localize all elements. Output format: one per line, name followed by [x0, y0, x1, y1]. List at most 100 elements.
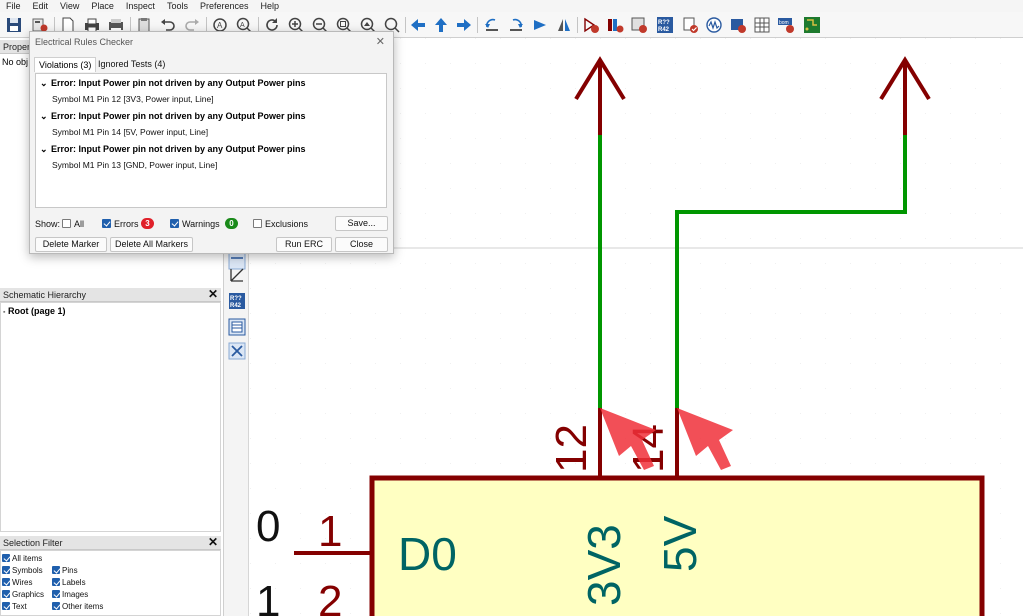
filter-text[interactable]: Text: [2, 602, 27, 611]
violation-error-text: Error: Input Power pin not driven by any…: [51, 144, 306, 154]
menu-view[interactable]: View: [54, 0, 85, 12]
filter-errors-label: Errors: [114, 219, 139, 229]
save-button[interactable]: Save...: [335, 216, 388, 231]
tab-violations[interactable]: Violations (3): [34, 57, 97, 72]
close-icon[interactable]: ✕: [376, 35, 385, 48]
checkbox-errors[interactable]: [102, 219, 111, 228]
chevron-down-icon[interactable]: ⌄: [40, 144, 51, 155]
pin-name-3v3: 3V3: [578, 524, 630, 606]
mirror-horizontal-icon[interactable]: [554, 15, 574, 35]
erc-icon[interactable]: [680, 15, 700, 35]
hierarchy-tree: ▪ Root (page 1): [0, 302, 221, 532]
hierarchy-panel-header: Schematic Hierarchy ✕: [0, 288, 221, 302]
properties-tools-icon[interactable]: [226, 340, 247, 361]
checkbox[interactable]: [52, 566, 60, 574]
mirror-vertical-icon[interactable]: [530, 15, 550, 35]
measure-tool-icon[interactable]: [226, 264, 247, 285]
checkbox[interactable]: [52, 578, 60, 586]
svg-text:A: A: [240, 22, 245, 29]
filter-label: Wires: [12, 578, 33, 587]
bom-export-icon[interactable]: bom: [776, 15, 796, 35]
filter-labels[interactable]: Labels: [52, 578, 86, 587]
filter-graphics[interactable]: Graphics: [2, 590, 44, 599]
close-button[interactable]: Close: [335, 237, 388, 252]
svg-text:R42: R42: [658, 27, 670, 33]
filter-images[interactable]: Images: [52, 590, 88, 599]
menu-place[interactable]: Place: [85, 0, 120, 12]
violation-item[interactable]: ⌄ Error: Input Power pin not driven by an…: [40, 111, 306, 122]
sheet-tool-icon[interactable]: [226, 316, 247, 337]
checkbox-warnings[interactable]: [170, 219, 179, 228]
menu-bar: File Edit View Place Inspect Tools Prefe…: [0, 0, 1023, 12]
filter-label: All items: [12, 554, 43, 563]
filter-pins[interactable]: Pins: [52, 566, 78, 575]
violation-item[interactable]: ⌄ Error: Input Power pin not driven by an…: [40, 78, 306, 89]
violation-detail[interactable]: Symbol M1 Pin 13 [GND, Power input, Line…: [52, 160, 217, 170]
properties-panel-header: Proper: [0, 40, 31, 54]
menu-edit[interactable]: Edit: [27, 0, 55, 12]
filter-label: Text: [12, 602, 27, 611]
violations-list: ⌄ Error: Input Power pin not driven by an…: [35, 73, 387, 208]
close-icon[interactable]: ✕: [208, 536, 218, 549]
svg-text:R??: R??: [230, 296, 242, 302]
symbol-editor-icon[interactable]: [581, 15, 601, 35]
save-icon[interactable]: [4, 15, 24, 35]
pin-number-1: 1: [318, 507, 342, 556]
filter-symbols[interactable]: Symbols: [2, 566, 43, 575]
menu-inspect[interactable]: Inspect: [120, 0, 161, 12]
bom-table-icon[interactable]: [752, 15, 772, 35]
pin-number-2: 2: [318, 577, 342, 616]
run-erc-button[interactable]: Run ERC: [276, 237, 332, 252]
navigate-back-icon[interactable]: [408, 15, 428, 35]
annotate-icon[interactable]: R?? R42: [655, 15, 675, 35]
checkbox[interactable]: [2, 590, 10, 598]
checkbox[interactable]: [2, 554, 10, 562]
close-icon[interactable]: ✕: [208, 288, 218, 301]
navigate-up-icon[interactable]: [431, 15, 451, 35]
delete-marker-button[interactable]: Delete Marker: [35, 237, 107, 252]
checkbox[interactable]: [2, 566, 10, 574]
filter-label: Symbols: [12, 566, 43, 575]
menu-help[interactable]: Help: [254, 0, 285, 12]
chevron-down-icon[interactable]: ⌄: [40, 111, 51, 122]
checkbox[interactable]: [52, 590, 60, 598]
filter-wires[interactable]: Wires: [2, 578, 32, 587]
menu-preferences[interactable]: Preferences: [194, 0, 255, 12]
properties-panel-title: Proper: [3, 42, 31, 52]
netlist-icon[interactable]: [728, 15, 748, 35]
checkbox[interactable]: [52, 602, 60, 610]
chevron-down-icon[interactable]: ⌄: [40, 78, 51, 89]
pin-name-d0: D0: [398, 528, 457, 580]
filter-other-items[interactable]: Other items: [52, 602, 103, 611]
checkbox[interactable]: [2, 578, 10, 586]
checkbox-exclusions[interactable]: [253, 219, 262, 228]
tab-ignored-tests[interactable]: Ignored Tests (4): [94, 57, 169, 72]
violation-error-text: Error: Input Power pin not driven by any…: [51, 111, 306, 121]
menu-tools[interactable]: Tools: [161, 0, 194, 12]
navigate-forward-icon[interactable]: [454, 15, 474, 35]
warnings-count-badge: 0: [225, 218, 238, 229]
delete-all-markers-button[interactable]: Delete All Markers: [110, 237, 193, 252]
checkbox[interactable]: [2, 602, 10, 610]
annotate-side-icon[interactable]: R?? R42: [226, 290, 247, 311]
simulator-icon[interactable]: [704, 15, 724, 35]
erc-dialog: Electrical Rules Checker ✕ Violations (3…: [29, 31, 394, 254]
filter-label: Graphics: [12, 590, 45, 599]
symbol-library-icon[interactable]: [605, 15, 625, 35]
rotate-ccw-icon[interactable]: [482, 15, 502, 35]
pin-name-5v: 5V: [654, 515, 706, 572]
filter-label: Other items: [62, 602, 104, 611]
rotate-cw-icon[interactable]: [506, 15, 526, 35]
pin-number-12: 12: [547, 424, 596, 473]
violation-detail[interactable]: Symbol M1 Pin 12 [3V3, Power input, Line…: [52, 94, 214, 104]
selection-filter-header: Selection Filter ✕: [0, 536, 221, 550]
footprint-assign-icon[interactable]: [629, 15, 649, 35]
filter-all-items[interactable]: All items: [2, 554, 42, 563]
menu-file[interactable]: File: [0, 0, 27, 12]
violation-detail[interactable]: Symbol M1 Pin 14 [5V, Power input, Line]: [52, 127, 208, 137]
violation-error-text: Error: Input Power pin not driven by any…: [51, 78, 306, 88]
violation-item[interactable]: ⌄ Error: Input Power pin not driven by an…: [40, 144, 306, 155]
tree-item-root[interactable]: ▪ Root (page 1): [3, 306, 66, 316]
pcb-editor-icon[interactable]: [802, 15, 822, 35]
checkbox-all[interactable]: [62, 219, 71, 228]
